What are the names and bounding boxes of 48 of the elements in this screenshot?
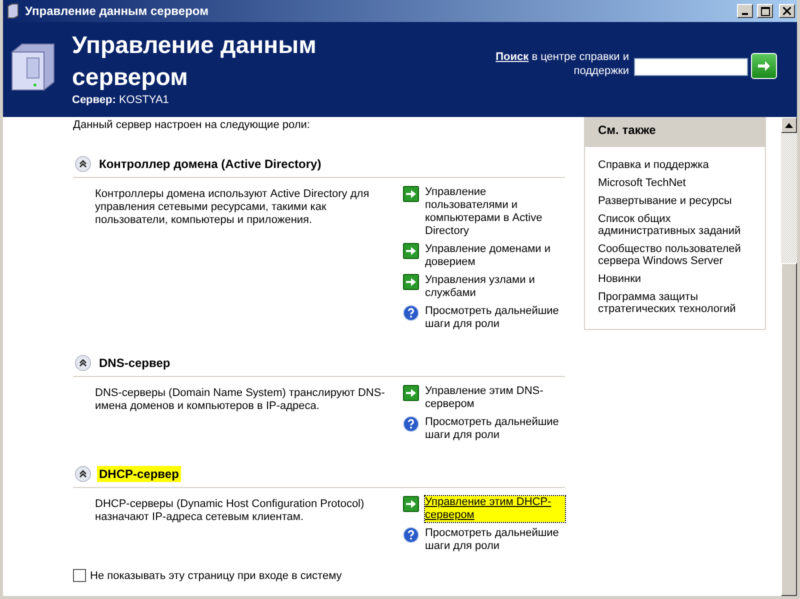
see-also-link[interactable]: Новинки	[598, 273, 752, 285]
action-link[interactable]: Управление доменами и доверием	[425, 243, 565, 269]
action-link[interactable]: Просмотреть дальнейшие шаги для роли	[425, 305, 565, 331]
scroll-up-button[interactable]	[781, 117, 797, 133]
help-icon	[403, 527, 419, 543]
see-also-link[interactable]: Справка и поддержка	[598, 159, 752, 171]
action-link[interactable]: Управления узлами и службами	[425, 274, 565, 300]
role-title: DNS-сервер	[98, 355, 172, 371]
maximize-button[interactable]	[757, 4, 773, 18]
minimize-button[interactable]	[737, 4, 753, 18]
see-also-link[interactable]: Программа защиты стратегических технологий	[598, 291, 752, 315]
search-label: Поиск в центре справки и поддержки	[494, 50, 629, 78]
action-link[interactable]: Просмотреть дальнейшие шаги для роли	[425, 527, 565, 553]
scrollbar[interactable]	[781, 117, 797, 596]
collapse-icon[interactable]	[75, 355, 91, 371]
close-button[interactable]	[779, 4, 795, 18]
see-also-title: См. также	[585, 117, 765, 147]
role-title: DHCP-сервер	[97, 466, 181, 482]
role-description: DHCP-серверы (Dynamic Host Configuration Protocol) назначают IP-адреса сетевым клиентам.	[95, 498, 366, 525]
checkbox[interactable]	[73, 569, 86, 582]
action-link[interactable]: Управление этим DHCP-сервером	[425, 496, 565, 522]
collapse-icon[interactable]	[75, 466, 91, 482]
action-link[interactable]: Просмотреть дальнейшие шаги для роли	[425, 416, 565, 442]
action-link[interactable]: Управление пользователями и компьютерами в Active Directory	[425, 186, 565, 238]
up-arrow-icon	[785, 122, 793, 128]
see-also-link[interactable]: Сообщество пользователей сервера Windows Server	[598, 243, 752, 267]
action-link[interactable]: Управление этим DNS-сервером	[425, 385, 565, 411]
scroll-thumb[interactable]	[781, 263, 797, 596]
intro-text: Данный сервер настроен на следующие роли:	[73, 119, 311, 132]
role-description: DNS-серверы (Domain Name System) транслируют DNS-имена доменов и компьютеров в IP-адреса.	[95, 387, 386, 414]
see-also-link[interactable]: Список общих административных заданий	[598, 213, 752, 237]
see-also-link[interactable]: Развертывание и ресурсы	[598, 195, 752, 207]
arrow-icon	[756, 58, 772, 74]
role-description: Контроллеры домена используют Active Directory для управления сетевыми ресурсами, такими как пользователи, компьютеры и приложения.	[95, 188, 370, 228]
collapse-icon[interactable]	[75, 156, 91, 172]
server-icon	[5, 3, 21, 19]
help-icon	[403, 305, 419, 321]
go-button[interactable]	[751, 53, 777, 79]
maximize-icon	[760, 6, 770, 16]
window-title: Управление данным сервером	[25, 4, 210, 18]
page-title: Управление данным сервером	[72, 31, 318, 93]
close-icon	[783, 7, 791, 15]
role-title: Контроллер домена (Active Directory)	[98, 156, 322, 172]
search-field[interactable]	[634, 58, 748, 76]
see-also-link[interactable]: Microsoft TechNet	[598, 177, 752, 189]
checkbox-label: Не показывать эту страницу при входе в систему	[90, 570, 342, 582]
help-icon	[403, 416, 419, 432]
server-name: Сервер: KOSTYA1	[72, 94, 170, 106]
